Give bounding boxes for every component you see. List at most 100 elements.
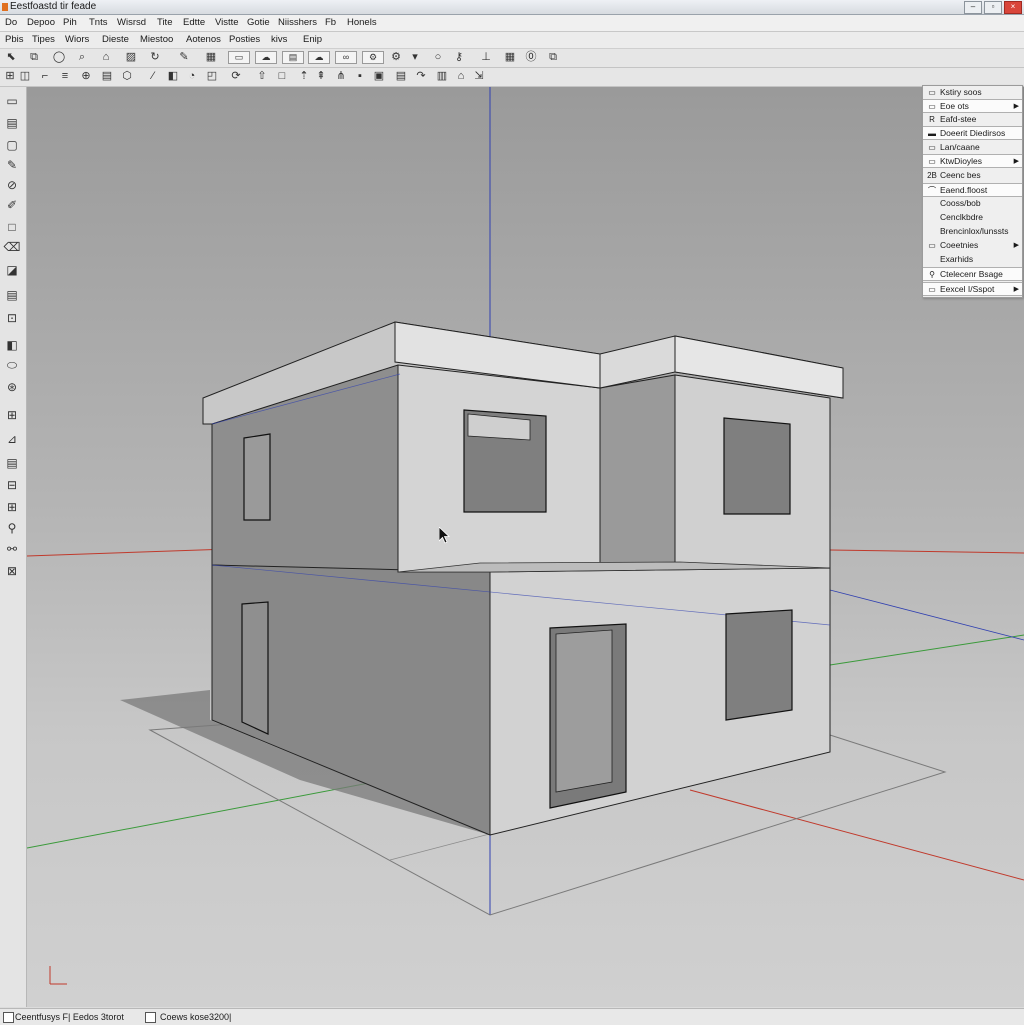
gear-icon[interactable]: ⚙ [389,51,403,64]
menu-item[interactable]: Enip [303,34,322,45]
menu-item[interactable]: Do [5,17,17,28]
scale-icon[interactable]: ◰ [205,70,219,83]
move-icon[interactable]: ⊡ [2,310,22,326]
grid-icon[interactable]: ▦ [503,51,517,64]
wand-icon[interactable]: ⁄ [146,70,160,83]
push-icon[interactable]: ⇧ [255,70,269,83]
paint-icon[interactable]: ✐ [2,197,22,213]
menu-item[interactable]: Depoo [27,17,55,28]
search-icon[interactable]: ○ [431,51,445,64]
image-icon[interactable]: ▨ [124,51,138,64]
axis-icon[interactable]: ⊠ [2,563,22,579]
layers-icon[interactable]: ▤ [2,287,22,303]
panel-item[interactable]: ▭ Lan/caane [923,141,1022,154]
panel-item[interactable]: Exarhids [923,253,1022,266]
panel-item[interactable]: ▭ Coeetnies ▶ [923,239,1022,252]
orbit-icon[interactable]: ⊘ [2,177,22,193]
cloud-link-icon[interactable]: ☁ [308,51,330,64]
pencil-icon[interactable]: ✎ [177,51,191,64]
circle-icon[interactable]: ◔ [185,70,199,83]
menu-item[interactable]: Aotenos [186,34,221,45]
gear-icon[interactable]: ⚙ [362,51,384,64]
menu-item[interactable]: Posties [229,34,260,45]
grid-icon[interactable]: ⊞ [3,70,17,83]
menu-item[interactable]: kivs [271,34,287,45]
orbit-icon[interactable]: ↻ [148,51,162,64]
menu-item[interactable]: Dieste [102,34,129,45]
window-icon[interactable]: ▭ [228,51,250,64]
select-icon[interactable]: ▤ [2,115,22,131]
panel-item[interactable]: ⌒ Eaend.floost [923,183,1022,197]
panel-item[interactable]: 2B Ceenc bes [923,169,1022,182]
zoom-icon[interactable]: ⊕ [79,70,93,83]
maximize-button[interactable]: ▫ [984,1,1002,14]
align-icon[interactable]: ≡ [58,70,72,83]
ruler-icon[interactable]: ⊥ [479,51,493,64]
close-button[interactable]: × [1004,1,1022,14]
doc-icon[interactable]: ▭ [2,93,22,109]
panel-item[interactable]: ⚲ Ctelecenr Bsage [923,267,1022,281]
building-icon[interactable]: ⌂ [454,70,468,83]
menu-item[interactable]: Wiors [65,34,89,45]
menu-item[interactable]: Pih [63,17,77,28]
panel-item[interactable]: ▬ Doeerit Diedirsos [923,126,1022,140]
rotate-icon[interactable]: ↷ [414,70,428,83]
select-icon[interactable]: ⬉ [4,51,18,64]
dropdown-icon[interactable]: ▾ [408,51,422,64]
building-icon[interactable]: ▥ [435,70,449,83]
cloud-icon[interactable]: ☁ [255,51,277,64]
info-icon[interactable]: ⓪ [524,51,538,64]
menu-item[interactable]: Tipes [32,34,55,45]
panel-item[interactable]: ▭ Eoe ots ▶ [923,99,1022,113]
text-icon[interactable]: ⇲ [472,70,486,83]
frame-icon[interactable]: ◫ [18,70,32,83]
menu-item[interactable]: Tnts [89,17,107,28]
menu-item[interactable]: Vistte [215,17,239,28]
layers-icon[interactable]: ◧ [166,70,180,83]
image-icon[interactable]: ▣ [372,70,386,83]
copy-icon[interactable]: ⧉ [546,51,560,64]
3d-viewport[interactable] [27,87,1024,1007]
square-icon[interactable]: □ [275,70,289,83]
offset-icon[interactable]: ▤ [2,455,22,471]
menu-item[interactable]: Miestoo [140,34,173,45]
bucket-icon[interactable]: ◪ [2,262,22,278]
pencil-icon[interactable]: ✎ [2,157,22,173]
grid-icon[interactable]: ◧ [2,337,22,353]
circle-icon[interactable]: ◯ [52,51,66,64]
minimize-button[interactable]: – [964,1,982,14]
pill-icon[interactable]: ⬭ [2,357,22,373]
refresh-icon[interactable]: ⟳ [229,70,243,83]
grid-icon[interactable]: ▤ [282,51,304,64]
house-icon[interactable]: ⌂ [99,51,113,64]
component-icon[interactable]: ⧉ [27,51,41,64]
paint-icon[interactable]: ⌕ [75,51,89,64]
section-icon[interactable]: ⊟ [2,477,22,493]
menu-item[interactable]: Fb [325,17,336,28]
panel-item[interactable]: Cenclkbdre [923,211,1022,224]
columns-icon[interactable]: ⇞ [314,70,328,83]
tape-icon[interactable]: ⇡ [297,70,311,83]
menu-item[interactable]: Honels [347,17,377,28]
rect-icon[interactable]: ▢ [2,137,22,153]
link-icon[interactable]: ∞ [335,51,357,64]
menu-item[interactable]: Edtte [183,17,205,28]
panel-item[interactable]: Brencinlox/lunssts [923,225,1022,238]
panel-item[interactable]: ▭ KtwDioyles ▶ [923,154,1022,168]
menu-item[interactable]: Tite [157,17,172,28]
dot-icon[interactable]: ▪ [353,70,367,83]
panel-item[interactable]: ▭ Kstiry soos [923,86,1022,99]
tape-icon[interactable]: ⊞ [2,499,22,515]
eraser-icon[interactable]: ⌫ [2,239,22,255]
panel-item[interactable]: Cooss/bob [923,197,1022,210]
menu-item[interactable]: Pbis [5,34,23,45]
scale-icon[interactable]: ⊞ [2,407,22,423]
menu-item[interactable]: Niisshers [278,17,317,28]
sheet-icon[interactable]: ▤ [100,70,114,83]
walk-icon[interactable]: ⚯ [2,541,22,557]
panel-item[interactable]: R Eafd-stee [923,113,1022,126]
rotate-icon[interactable]: ⊛ [2,379,22,395]
lock-icon[interactable]: ⚷ [452,51,466,64]
cube-icon[interactable]: ⬡ [120,70,134,83]
columns-icon[interactable]: ⋔ [334,70,348,83]
